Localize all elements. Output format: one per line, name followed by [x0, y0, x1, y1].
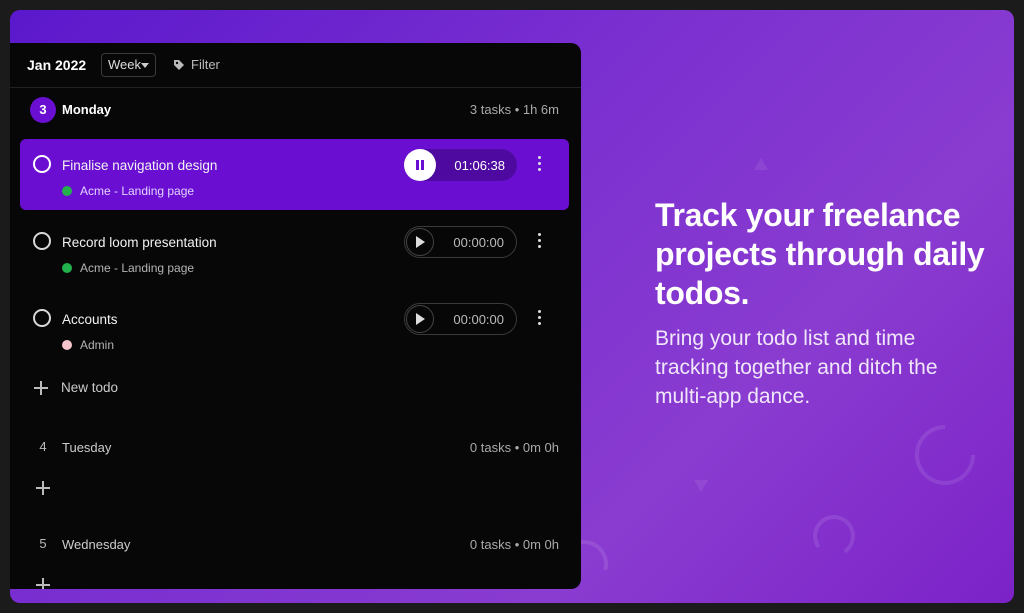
decor-triangle	[754, 158, 768, 170]
task-project: Admin	[62, 338, 114, 352]
task-timer: 00:00:00	[404, 226, 517, 258]
timer-value: 01:06:38	[454, 158, 505, 173]
project-color-dot	[62, 263, 72, 273]
task-complete-checkbox[interactable]	[33, 309, 51, 327]
day-summary: 0 tasks • 0m 0h	[469, 440, 559, 455]
day-duration: 1h 6m	[522, 102, 559, 117]
task-title[interactable]: Accounts	[62, 312, 118, 327]
day-duration: 0m 0h	[522, 440, 559, 455]
view-select-label: Week	[108, 57, 141, 72]
task-complete-checkbox[interactable]	[33, 155, 51, 173]
day-summary: 0 tasks • 0m 0h	[469, 537, 559, 552]
play-icon	[416, 236, 425, 248]
task-more-menu-icon[interactable]	[538, 156, 542, 171]
new-todo-label: New todo	[61, 380, 119, 395]
task-row[interactable]: Accounts Admin 00:00:00	[20, 293, 569, 364]
tag-icon	[174, 59, 184, 70]
month-label[interactable]: Jan 2022	[27, 57, 86, 73]
day-number-badge: 3	[30, 97, 56, 123]
day-name: Monday	[62, 102, 112, 117]
timer-value: 00:00:00	[453, 235, 504, 250]
play-button[interactable]	[406, 305, 434, 333]
day-number: 4	[39, 439, 47, 454]
day-task-count: 0 tasks	[469, 537, 512, 552]
decor-ring	[902, 412, 988, 498]
task-project-label: Acme - Landing page	[80, 261, 195, 275]
hero-headline: Track your freelance projects through da…	[655, 197, 985, 311]
add-todo-plus-icon[interactable]	[36, 481, 50, 495]
new-todo-button[interactable]: New todo	[34, 380, 118, 395]
task-more-menu-icon[interactable]	[538, 233, 542, 248]
hero-panel: Track your freelance projects through da…	[10, 10, 1014, 603]
task-row[interactable]: Finalise navigation design Acme - Landin…	[20, 139, 569, 210]
todo-app-window: Jan 2022 Week Filter 3 Monday 3 tasks • …	[10, 43, 581, 589]
task-project-label: Admin	[80, 338, 115, 352]
day-task-count: 3 tasks	[469, 102, 512, 117]
day-duration: 0m 0h	[522, 537, 559, 552]
decor-triangle	[694, 480, 708, 492]
task-timer: 01:06:38	[404, 149, 517, 181]
day-summary: 3 tasks • 1h 6m	[469, 102, 559, 117]
task-timer: 00:00:00	[404, 303, 517, 335]
app-toolbar: Jan 2022 Week Filter	[10, 43, 581, 88]
day-header-wednesday: 5 Wednesday 0 tasks • 0m 0h	[10, 532, 581, 560]
decor-ring	[809, 511, 859, 561]
timer-value: 00:00:00	[453, 312, 504, 327]
task-row[interactable]: Record loom presentation Acme - Landing …	[20, 216, 569, 287]
task-complete-checkbox[interactable]	[33, 232, 51, 250]
filter-button[interactable]: Filter	[173, 57, 220, 72]
play-icon	[416, 313, 425, 325]
project-color-dot	[62, 186, 72, 196]
plus-icon	[34, 380, 48, 395]
task-project: Acme - Landing page	[62, 261, 194, 275]
chevron-down-icon	[141, 63, 149, 68]
pause-icon	[416, 160, 424, 170]
hero-subtext: Bring your todo list and time tracking t…	[655, 327, 938, 408]
task-project-label: Acme - Landing page	[80, 184, 195, 198]
day-header-tuesday: 4 Tuesday 0 tasks • 0m 0h	[10, 435, 581, 463]
project-color-dot	[62, 340, 72, 350]
task-title[interactable]: Record loom presentation	[62, 235, 217, 250]
play-button[interactable]	[406, 228, 434, 256]
day-header-monday: 3 Monday 3 tasks • 1h 6m	[10, 97, 581, 125]
task-title[interactable]: Finalise navigation design	[62, 158, 217, 173]
task-project: Acme - Landing page	[62, 184, 194, 198]
day-number: 5	[39, 536, 47, 551]
day-name: Tuesday	[62, 440, 112, 455]
add-todo-plus-icon[interactable]	[36, 578, 50, 589]
day-task-count: 0 tasks	[469, 440, 512, 455]
task-more-menu-icon[interactable]	[538, 310, 542, 325]
view-select[interactable]: Week	[101, 53, 156, 77]
day-name: Wednesday	[62, 537, 131, 552]
filter-label: Filter	[191, 57, 220, 72]
pause-button[interactable]	[404, 149, 436, 181]
